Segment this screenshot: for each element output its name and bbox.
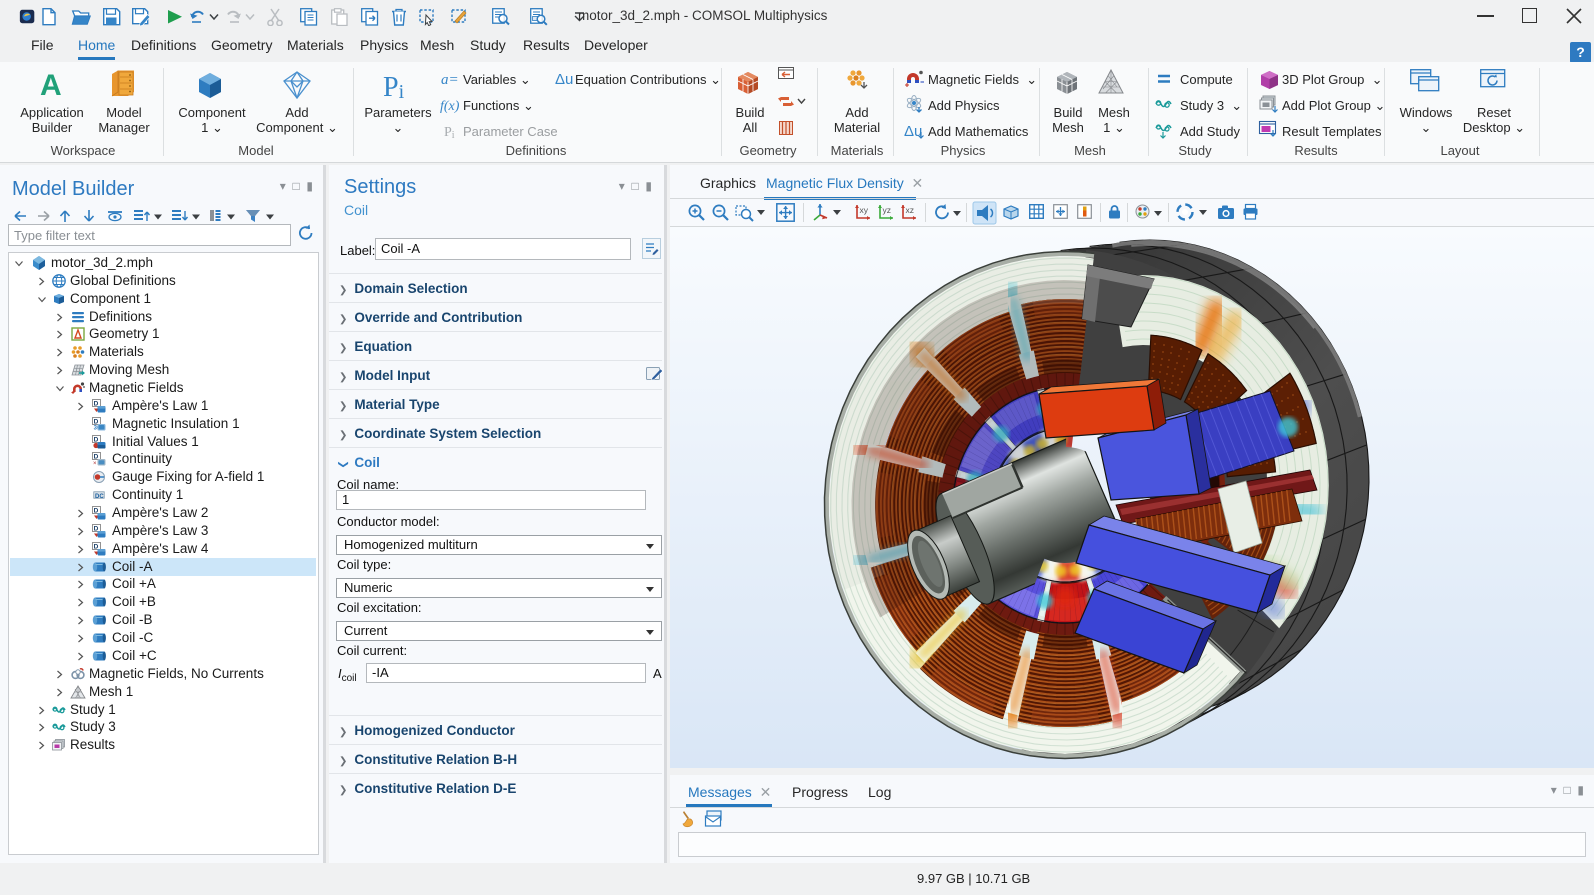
svg-text:yz: yz (883, 205, 892, 215)
svg-text:a=: a= (441, 72, 459, 88)
svg-text:×: × (93, 461, 97, 467)
svg-text:DC: DC (95, 494, 104, 500)
svg-text:Pi: Pi (444, 125, 455, 141)
svg-text:Δu: Δu (555, 71, 573, 88)
svg-text:xy: xy (860, 205, 869, 215)
svg-text:f(x): f(x) (440, 99, 460, 114)
svg-text:A: A (40, 69, 62, 102)
svg-text:xz: xz (906, 205, 915, 215)
svg-text:Pi: Pi (383, 72, 405, 103)
